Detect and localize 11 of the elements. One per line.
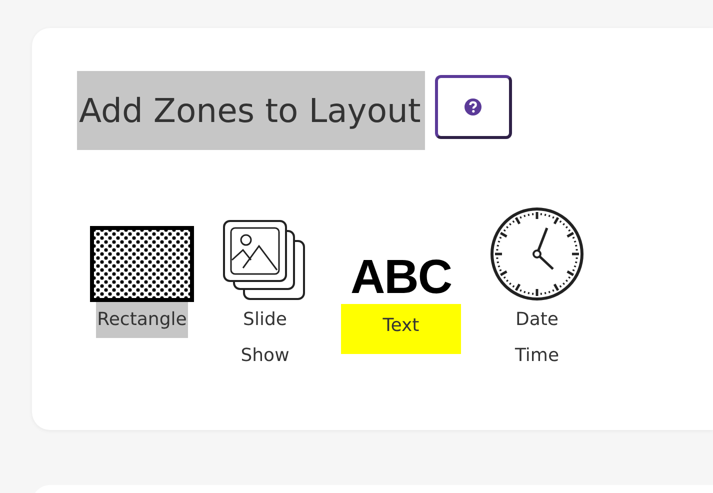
zone-label: Date Time [514, 308, 560, 368]
zone-label: Slide Show [240, 308, 290, 368]
abc-text-icon[interactable]: ABC [350, 254, 452, 302]
zone-label: Rectangle [96, 302, 188, 338]
panel-title: Add Zones to Layout [77, 71, 425, 150]
dotted-rectangle-icon[interactable] [90, 226, 194, 302]
clock-icon[interactable] [489, 206, 585, 302]
help-button[interactable] [434, 74, 512, 138]
zone-label: Text [341, 304, 461, 354]
stacked-images-icon[interactable] [223, 220, 307, 302]
help-icon [464, 98, 482, 116]
